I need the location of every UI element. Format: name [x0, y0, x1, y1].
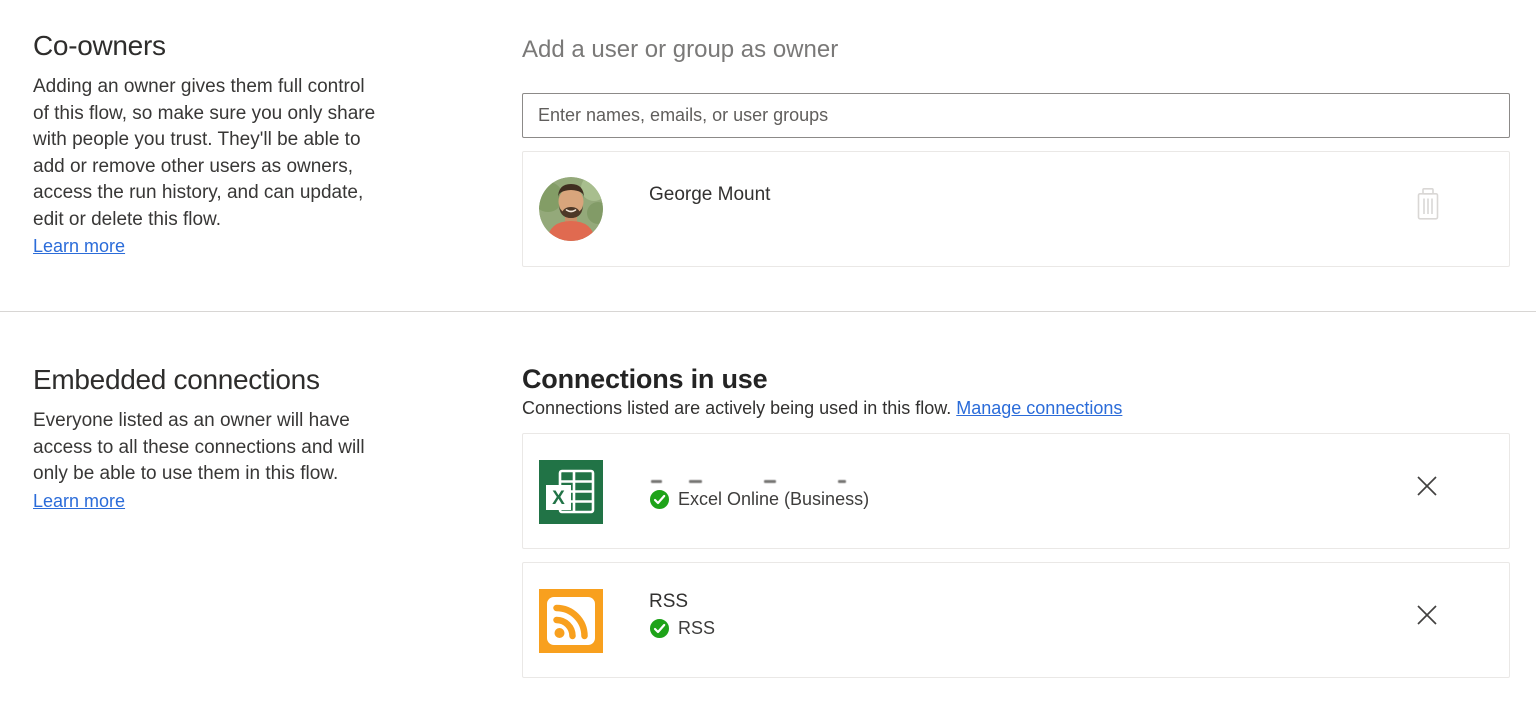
rss-icon	[539, 589, 603, 653]
excel-icon: X	[539, 460, 603, 524]
excel-icon-graphic: X	[539, 460, 603, 524]
remove-owner-button[interactable]	[1413, 187, 1443, 221]
remove-connection-button[interactable]	[1411, 470, 1443, 502]
connections-in-use-title: Connections in use	[522, 364, 1510, 394]
close-icon	[1411, 470, 1443, 502]
connection-status-rss: RSS	[649, 618, 715, 639]
embedded-connections-info-panel: Embedded connections Everyone listed as …	[33, 364, 473, 512]
trash-icon	[1413, 187, 1443, 221]
avatar	[539, 177, 603, 241]
co-owners-info-panel: Co-owners Adding an owner gives them ful…	[33, 30, 473, 257]
embedded-learn-more-link[interactable]: Learn more	[33, 491, 125, 512]
add-owner-label: Add a user or group as owner	[522, 36, 1510, 64]
connections-in-use-panel: Connections in use Connections listed ar…	[522, 364, 1510, 678]
connection-card-excel: X Excel Online (Business)	[522, 433, 1510, 549]
embedded-connections-description: Everyone listed as an owner will have ac…	[33, 408, 395, 488]
manage-connections-link[interactable]: Manage connections	[956, 398, 1122, 418]
co-owners-editor-panel: Add a user or group as owner	[522, 36, 1510, 267]
connection-account-redacted	[649, 480, 869, 484]
connections-subtitle: Connections listed are actively being us…	[522, 398, 1510, 419]
svg-text:X: X	[552, 488, 565, 509]
close-icon	[1411, 599, 1443, 631]
connection-status-excel: Excel Online (Business)	[649, 489, 869, 510]
co-owners-learn-more-link[interactable]: Learn more	[33, 236, 125, 257]
embedded-connections-title: Embedded connections	[33, 364, 473, 396]
connection-card-rss: RSS RSS	[522, 562, 1510, 678]
connection-service-name: RSS	[678, 618, 715, 639]
check-circle-icon	[649, 489, 670, 510]
section-divider	[0, 311, 1536, 312]
remove-connection-button[interactable]	[1411, 599, 1443, 631]
owner-search-input[interactable]	[522, 93, 1510, 138]
avatar-photo	[539, 177, 603, 241]
rss-icon-graphic	[539, 589, 603, 653]
connection-name: RSS	[649, 591, 688, 613]
co-owners-title: Co-owners	[33, 30, 473, 62]
owner-name: George Mount	[649, 184, 770, 206]
connection-service-name: Excel Online (Business)	[678, 489, 869, 510]
co-owners-description: Adding an owner gives them full control …	[33, 74, 385, 233]
check-circle-icon	[649, 618, 670, 639]
connections-subtitle-text: Connections listed are actively being us…	[522, 398, 951, 418]
owner-card: George Mount	[522, 151, 1510, 267]
